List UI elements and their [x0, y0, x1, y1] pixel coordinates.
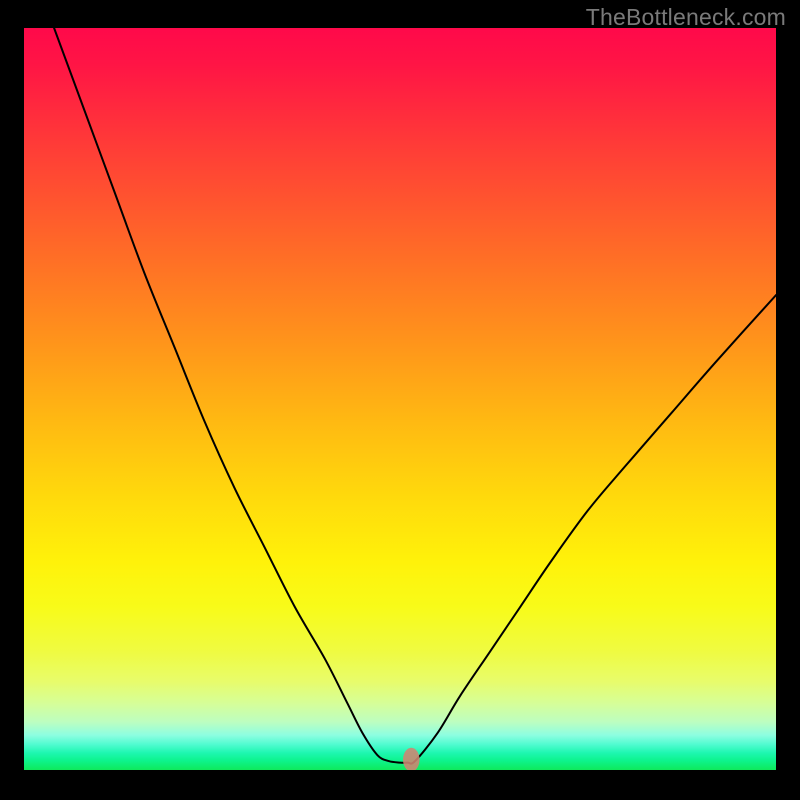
chart-frame: TheBottleneck.com	[0, 0, 800, 800]
curve-svg	[24, 28, 776, 770]
plot-area	[24, 28, 776, 770]
watermark-text: TheBottleneck.com	[586, 4, 786, 31]
bottleneck-curve	[54, 28, 776, 764]
bottleneck-marker	[403, 748, 420, 770]
